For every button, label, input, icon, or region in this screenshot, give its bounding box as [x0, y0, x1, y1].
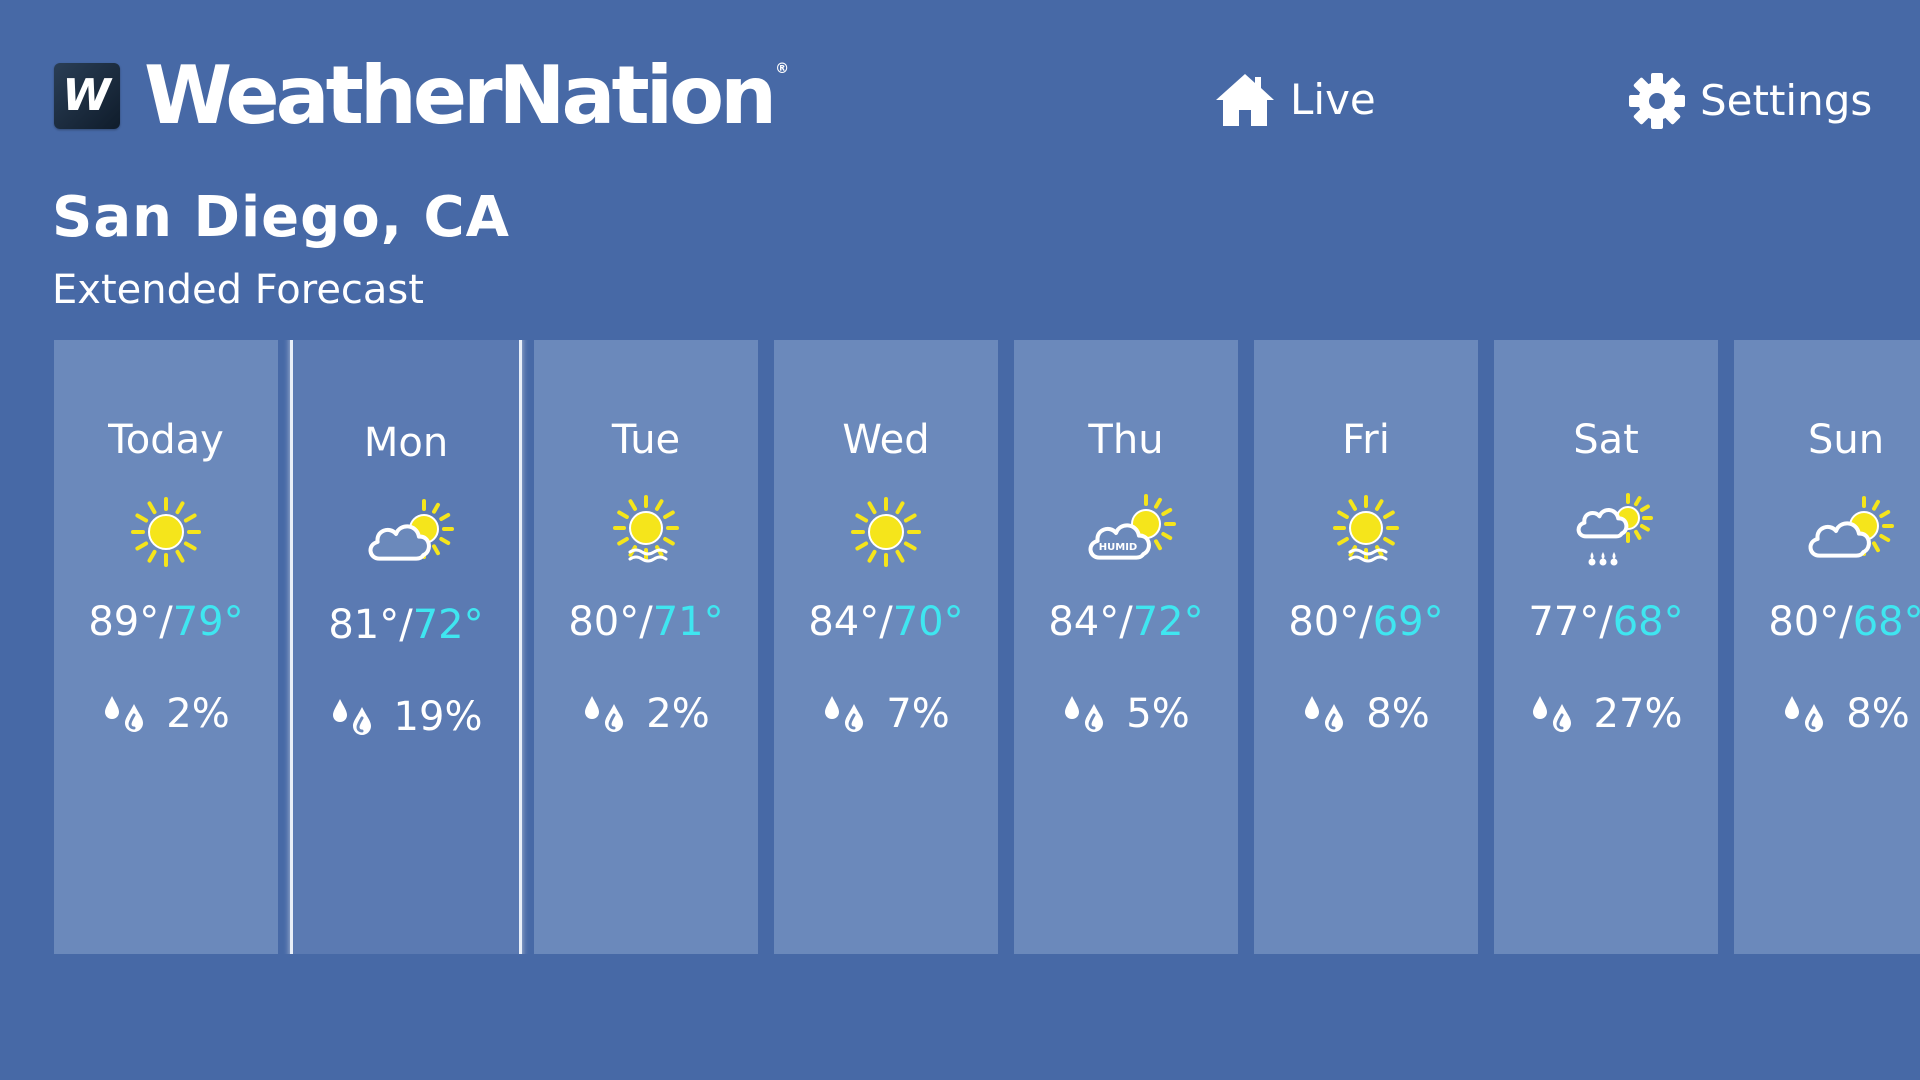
high-temp: 80° — [1288, 599, 1360, 645]
location-title: San Diego, CA — [52, 185, 510, 250]
forecast-day: Tue — [611, 417, 681, 463]
forecast-card-wed[interactable]: Wed 84°/70° 7% — [774, 340, 998, 954]
temp-separator: / — [159, 599, 173, 645]
high-temp: 80° — [568, 599, 640, 645]
high-temp: 81° — [328, 602, 400, 648]
high-temp: 84° — [1048, 599, 1120, 645]
low-temp: 79° — [172, 599, 244, 645]
high-temp: 77° — [1528, 599, 1600, 645]
precip-value: 2% — [166, 691, 230, 737]
precip-value: 19% — [393, 694, 483, 740]
forecast-card-tue[interactable]: Tue 80°/71° 2% — [534, 340, 758, 954]
raindrops-icon — [1785, 696, 1824, 732]
partly-cloudy-icon — [1808, 496, 1894, 558]
raindrops-icon — [1305, 696, 1344, 732]
low-temp: 71° — [652, 599, 724, 645]
low-temp: 68° — [1612, 599, 1684, 645]
precip-chance: 2% — [534, 694, 758, 734]
precip-chance: 7% — [774, 694, 998, 734]
forecast-temps: 80°/68° — [1734, 602, 1920, 642]
precip-value: 27% — [1593, 691, 1683, 737]
forecast-day: Today — [108, 417, 224, 463]
low-temp: 72° — [1132, 599, 1204, 645]
temp-separator: / — [639, 599, 653, 645]
temp-separator: / — [1359, 599, 1373, 645]
precip-value: 7% — [886, 691, 950, 737]
temp-separator: / — [399, 602, 413, 648]
svg-text:HUMID: HUMID — [1099, 542, 1137, 553]
low-temp: 69° — [1372, 599, 1444, 645]
sunny-icon — [851, 497, 921, 567]
raindrops-icon — [1532, 696, 1571, 732]
low-temp: 72° — [412, 602, 484, 648]
gear-icon — [1629, 73, 1685, 129]
forecast-day: Mon — [363, 420, 449, 466]
forecast-temps: 80°/69° — [1254, 602, 1478, 642]
forecast-subtitle: Extended Forecast — [52, 267, 424, 313]
low-temp: 70° — [892, 599, 964, 645]
temp-separator: / — [1839, 599, 1853, 645]
forecast-day: Thu — [1088, 417, 1164, 463]
forecast-temps: 77°/68° — [1494, 602, 1718, 642]
forecast-temps: 84°/70° — [774, 602, 998, 642]
high-temp: 89° — [88, 599, 160, 645]
forecast-card-today[interactable]: Today 89°/79° 2% — [54, 340, 278, 954]
sunny-haze-icon — [613, 495, 679, 563]
raindrops-icon — [585, 696, 624, 732]
settings-button[interactable]: Settings — [1628, 72, 1872, 130]
precip-chance: 8% — [1254, 694, 1478, 734]
forecast-day: Sun — [1807, 417, 1885, 463]
sunny-icon — [131, 497, 201, 567]
low-temp: 68° — [1852, 599, 1920, 645]
settings-label: Settings — [1700, 76, 1873, 125]
precip-chance: 8% — [1734, 694, 1920, 734]
forecast-card-fri[interactable]: Fri 80°/69° 8% — [1254, 340, 1478, 954]
precip-chance: 27% — [1494, 694, 1718, 734]
partly-cloudy-icon — [368, 499, 454, 561]
temp-separator: / — [1599, 599, 1613, 645]
precip-value: 8% — [1846, 691, 1910, 737]
forecast-temps: 80°/71° — [534, 602, 758, 642]
sunny-haze-icon — [1333, 495, 1399, 563]
sun-showers-icon — [1576, 493, 1653, 566]
forecast-carousel: Today 89°/79° 2% Mon 81°/72° 19% Tue 80°/71° … — [54, 340, 1920, 954]
logo-badge-letter: W — [62, 70, 111, 121]
precip-value: 5% — [1126, 691, 1190, 737]
registered-mark: ® — [775, 61, 790, 77]
forecast-temps: 81°/72° — [293, 605, 519, 645]
raindrops-icon — [825, 696, 864, 732]
forecast-card-mon[interactable]: Mon 81°/72° 19% — [290, 340, 522, 954]
live-button[interactable]: Live — [1214, 72, 1376, 128]
live-label: Live — [1290, 75, 1376, 124]
weathernation-logo: W WeatherNation ® — [54, 56, 789, 136]
precip-chance: 5% — [1014, 694, 1238, 734]
logo-badge: W — [54, 63, 120, 129]
weather-app: W WeatherNation ® Live Settings San Dieg… — [0, 0, 1920, 1080]
precip-value: 2% — [646, 691, 710, 737]
raindrops-icon — [105, 696, 144, 732]
humid-partly-cloudy-icon: HUMID — [1088, 494, 1176, 560]
logo-wordmark: WeatherNation ® — [144, 56, 789, 136]
high-temp: 80° — [1768, 599, 1840, 645]
temp-separator: / — [1119, 599, 1133, 645]
forecast-day: Wed — [842, 417, 930, 463]
high-temp: 84° — [808, 599, 880, 645]
precip-value: 8% — [1366, 691, 1430, 737]
temp-separator: / — [879, 599, 893, 645]
forecast-card-sun[interactable]: Sun 80°/68° 8% — [1734, 340, 1920, 954]
forecast-day: Sat — [1573, 417, 1639, 463]
precip-chance: 2% — [54, 694, 278, 734]
forecast-temps: 84°/72° — [1014, 602, 1238, 642]
forecast-day: Fri — [1342, 417, 1390, 463]
raindrops-icon — [332, 699, 371, 735]
logo-name: WeatherNation — [144, 49, 777, 142]
forecast-card-sat[interactable]: Sat 77°/68° 27% — [1494, 340, 1718, 954]
forecast-card-thu[interactable]: Thu HUMID 84°/72° 5% — [1014, 340, 1238, 954]
home-icon — [1216, 74, 1274, 126]
forecast-temps: 89°/79° — [54, 602, 278, 642]
raindrops-icon — [1065, 696, 1104, 732]
precip-chance: 19% — [293, 697, 519, 737]
